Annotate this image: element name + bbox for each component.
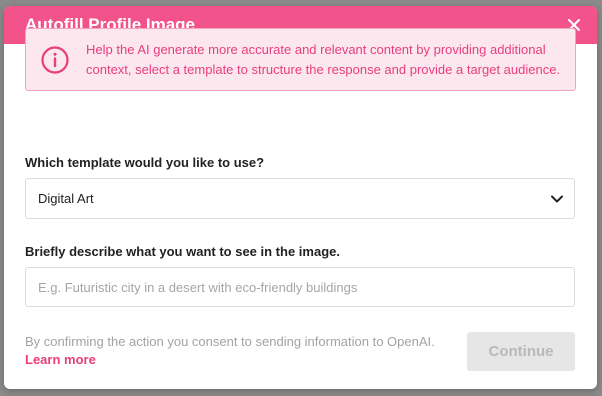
consent-text: By confirming the action you consent to … — [25, 334, 435, 349]
description-label: Briefly describe what you want to see in… — [25, 244, 340, 259]
continue-button[interactable]: Continue — [467, 332, 575, 371]
consent-notice: By confirming the action you consent to … — [25, 333, 435, 369]
learn-more-link[interactable]: Learn more — [25, 351, 435, 369]
template-selected-value: Digital Art — [38, 191, 94, 206]
alert-message: Help the AI generate more accurate and r… — [86, 41, 561, 77]
chevron-down-icon — [551, 195, 563, 202]
template-label: Which template would you like to use? — [25, 155, 265, 170]
template-select[interactable]: Digital Art — [25, 178, 575, 219]
info-alert: Help the AI generate more accurate and r… — [25, 28, 576, 91]
autofill-dialog: Autofill Profile Image Help the AI gener… — [4, 6, 597, 389]
info-circle-icon — [41, 45, 69, 74]
description-input[interactable] — [25, 267, 575, 307]
